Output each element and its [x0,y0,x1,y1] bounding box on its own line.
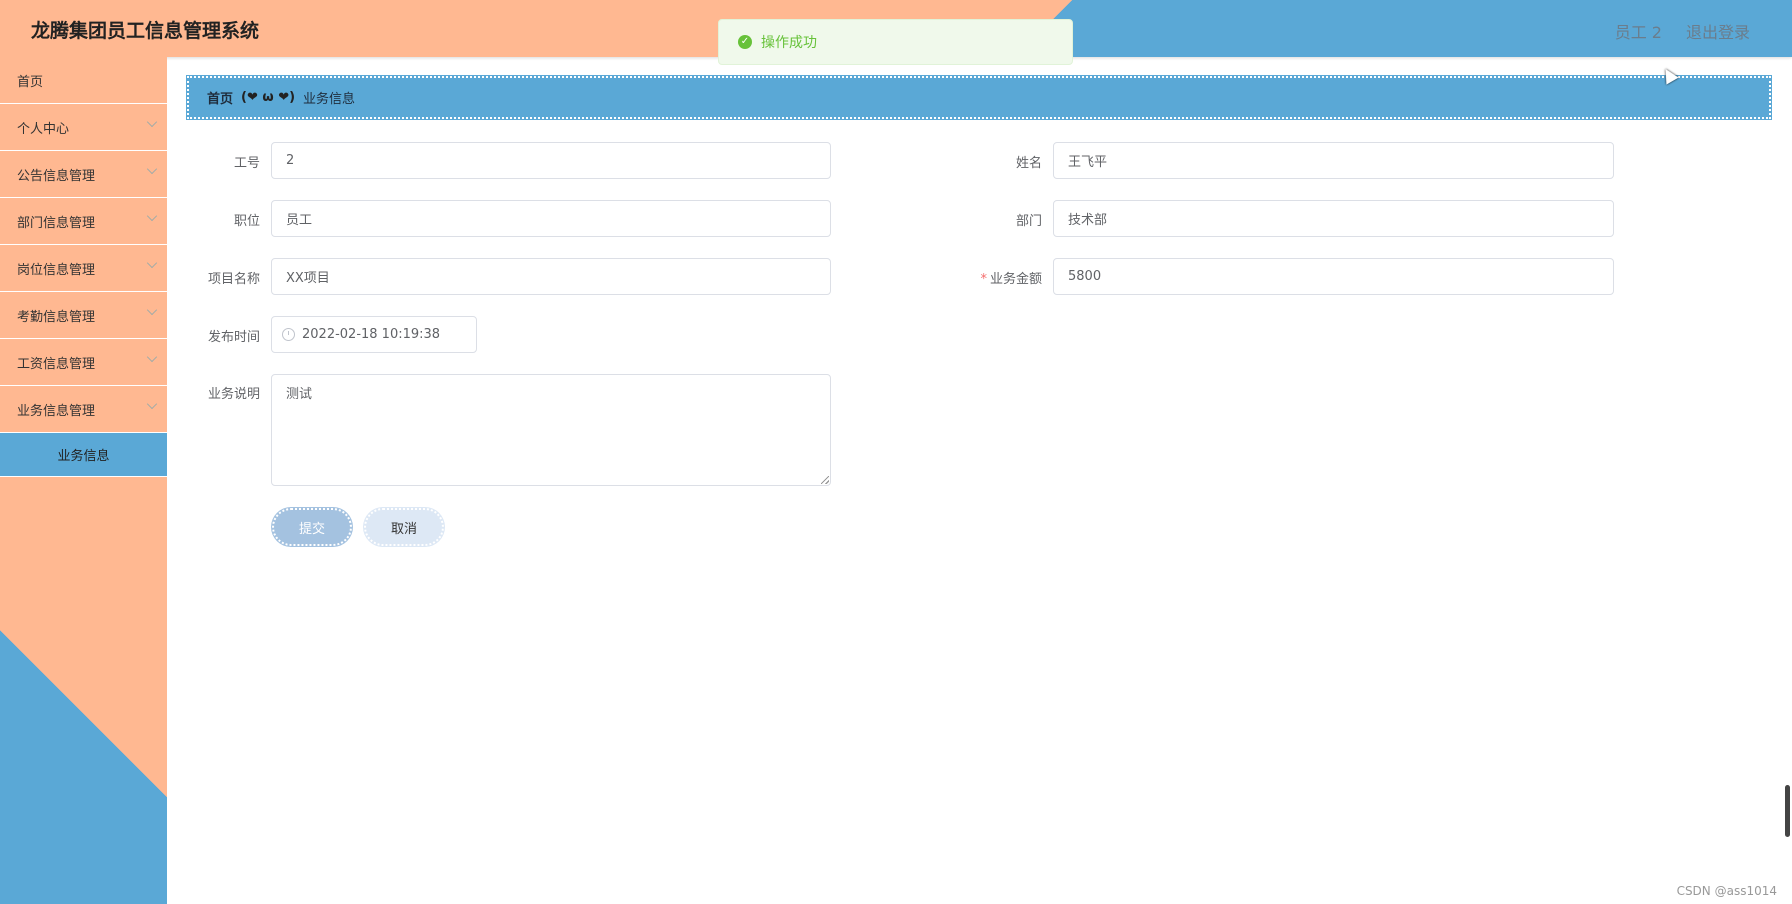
department-label: 部门 [1015,214,1042,229]
name-label: 姓名 [1015,156,1042,171]
position-label: 职位 [233,214,260,229]
description-text: 测试 [286,387,313,402]
breadcrumb-separator: (❤ ω ❤) [241,90,296,105]
sidebar-item-label: 工资信息管理 [17,356,96,372]
watermark: CSDN @ass1014 [1676,884,1777,898]
amount-input[interactable]: 5800 [1053,258,1614,295]
publish-time-label: 发布时间 [207,330,260,345]
clock-icon [282,328,295,341]
sidebar-item-personal-center[interactable]: 个人中心 [0,104,167,151]
employee-id-label: 工号 [233,156,260,171]
submit-button[interactable]: 提交 [272,508,352,546]
breadcrumb: 首页 (❤ ω ❤) 业务信息 [186,75,1772,120]
scrollbar-thumb[interactable] [1785,785,1790,837]
sidebar-item-label: 个人中心 [17,121,70,137]
success-toast: ✓ 操作成功 [718,19,1073,65]
sidebar-item-label: 首页 [17,74,44,90]
sidebar-item-label: 业务信息管理 [17,403,96,419]
current-user-label[interactable]: 员工 2 [1615,19,1662,43]
chevron-down-icon [146,398,158,410]
app-title: 龙腾集团员工信息管理系统 [31,20,260,42]
sidebar-subitem-business-info[interactable]: 业务信息 [0,433,167,477]
employee-id-input[interactable]: 2 [271,142,831,179]
chevron-down-icon [146,257,158,269]
sidebar-item-label: 部门信息管理 [17,215,96,231]
chevron-down-icon [146,163,158,175]
chevron-down-icon [146,116,158,128]
breadcrumb-current: 业务信息 [303,92,356,107]
logout-link[interactable]: 退出登录 [1686,19,1750,43]
sidebar-item-attendance[interactable]: 考勤信息管理 [0,292,167,339]
sidebar-item-business[interactable]: 业务信息管理 [0,386,167,433]
sidebar-item-label: 公告信息管理 [17,168,96,184]
breadcrumb-home[interactable]: 首页 [207,88,233,107]
chevron-down-icon [146,210,158,222]
amount-label: * 业务金额 [962,268,1042,287]
department-input[interactable]: 技术部 [1053,200,1614,237]
sidebar-item-salary[interactable]: 工资信息管理 [0,339,167,386]
sidebar-item-label: 岗位信息管理 [17,262,96,278]
chevron-down-icon [146,304,158,316]
header-user-area: 员工 2 退出登录 [1615,19,1750,43]
project-name-label: 项目名称 [207,272,260,287]
required-asterisk: * [980,272,987,287]
publish-time-picker[interactable]: 2022-02-18 10:19:38 [271,316,477,353]
cancel-button[interactable]: 取消 [364,508,444,546]
project-name-input[interactable]: XX项目 [271,258,831,295]
publish-time-value: 2022-02-18 10:19:38 [302,327,441,342]
resize-handle-icon[interactable] [821,476,829,484]
chevron-down-icon [146,351,158,363]
toast-message: 操作成功 [761,35,817,51]
sidebar-menu: 首页 个人中心 公告信息管理 部门信息管理 岗位信息管理 考勤信息管理 工资信息… [0,57,167,904]
sidebar-item-label: 考勤信息管理 [17,309,96,325]
name-input[interactable]: 王飞平 [1053,142,1614,179]
sidebar-item-department[interactable]: 部门信息管理 [0,198,167,245]
sidebar-item-home[interactable]: 首页 [0,57,167,104]
description-label: 业务说明 [207,387,260,402]
position-input[interactable]: 员工 [271,200,831,237]
sidebar-item-notice[interactable]: 公告信息管理 [0,151,167,198]
sidebar-item-post[interactable]: 岗位信息管理 [0,245,167,292]
description-textarea[interactable]: 测试 [271,374,831,486]
amount-label-text: 业务金额 [989,272,1042,287]
check-circle-icon: ✓ [738,35,752,49]
